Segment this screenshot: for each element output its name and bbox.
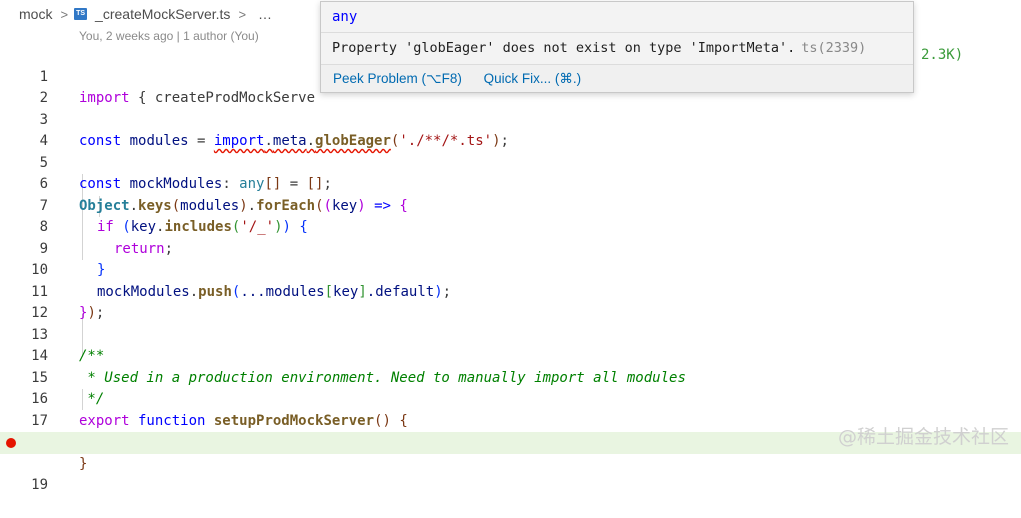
hover-error-code: ts(2339): [801, 40, 867, 56]
chevron-right-icon: >: [60, 6, 69, 22]
code-line[interactable]: 9 }: [0, 217, 1021, 279]
code-line[interactable]: 7 if (key.includes('/_')) {: [0, 174, 1021, 236]
code-line[interactable]: 13 /**: [0, 303, 1021, 365]
code-line[interactable]: 10 mockModules.push(...modules[key].defa…: [0, 239, 1021, 300]
code-line[interactable]: 15 */: [0, 346, 1021, 408]
breakpoint-icon[interactable]: [6, 438, 16, 448]
breadcrumb-file[interactable]: _createMockServer.ts: [95, 6, 230, 22]
hover-tooltip: any Property 'globEager' does not exist …: [320, 1, 914, 93]
peek-problem-link[interactable]: Peek Problem (⌥F8): [333, 71, 462, 86]
code-line[interactable]: 16 export function setupProdMockServer()…: [0, 368, 1021, 429]
typescript-file-icon: TS: [74, 8, 88, 20]
code-editor[interactable]: 1 import { createProdMockServe 2 3 const…: [0, 45, 1021, 493]
import-size-hint: 2.3K): [921, 47, 964, 63]
quick-fix-link[interactable]: Quick Fix... (⌘.): [484, 71, 582, 86]
breadcrumb-folder[interactable]: mock: [19, 6, 52, 22]
hover-actions: Peek Problem (⌥F8) Quick Fix... (⌘.): [321, 65, 913, 92]
code-line[interactable]: 8 return;: [0, 196, 1021, 257]
line-number[interactable]: 19: [0, 475, 48, 497]
code-line[interactable]: 17 createProdMockServer(mockModules);: [0, 389, 1021, 451]
code-line[interactable]: 11 });: [0, 260, 1021, 322]
breadcrumb-symbol-more[interactable]: …: [258, 6, 272, 22]
code-line[interactable]: 4: [0, 110, 1021, 149]
hover-error-message: Property 'globEager' does not exist on t…: [321, 33, 913, 65]
hover-type: any: [321, 2, 913, 33]
code-line[interactable]: 6 Object.keys(modules).forEach((key) => …: [0, 153, 1021, 214]
code-line[interactable]: 12: [0, 282, 1021, 321]
watermark: @稀土掘金技术社区: [837, 426, 1009, 448]
code-token: }: [79, 455, 88, 472]
hover-message-text: Property 'globEager' does not exist on t…: [332, 40, 796, 56]
chevron-right-icon: >: [238, 6, 247, 22]
code-line[interactable]: 14 * Used in a production environment. N…: [0, 325, 1021, 386]
code-line[interactable]: 5 const mockModules: any[] = [];: [0, 131, 1021, 193]
codelens-git-blame[interactable]: You, 2 weeks ago | 1 author (You): [79, 29, 259, 43]
